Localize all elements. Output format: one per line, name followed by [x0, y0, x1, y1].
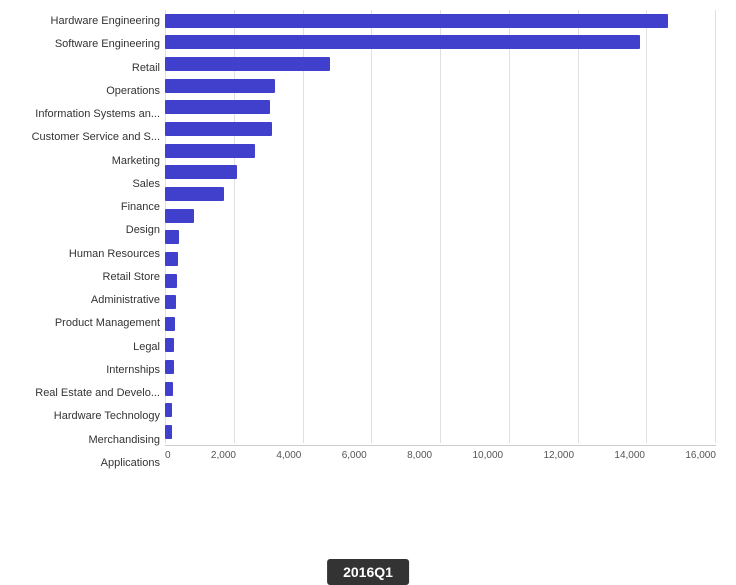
bar-row [165, 12, 716, 30]
y-axis-label: Finance [0, 197, 160, 219]
x-axis-label: 2,000 [211, 450, 236, 461]
x-axis-labels: 0 2,000 4,000 6,000 8,000 10,000 12,000 14,000 1… [165, 446, 716, 461]
y-axis-label: Hardware Engineering [0, 11, 160, 33]
y-axis-label: Real Estate and Develo... [0, 383, 160, 405]
bar-row [165, 315, 716, 333]
bar [165, 425, 172, 439]
y-axis-label: Sales [0, 173, 160, 195]
bars-wrapper [165, 10, 716, 443]
bar [165, 187, 224, 201]
bar-row [165, 380, 716, 398]
bar-row [165, 185, 716, 203]
bar-row [165, 163, 716, 181]
bar-row [165, 228, 716, 246]
y-axis-label: Human Resources [0, 243, 160, 265]
y-axis: Hardware EngineeringSoftware Engineering… [0, 10, 165, 475]
x-axis-label: 16,000 [685, 450, 716, 461]
bar [165, 382, 173, 396]
bar-row [165, 250, 716, 268]
bar-row [165, 33, 716, 51]
bar [165, 360, 174, 374]
bar [165, 122, 272, 136]
quarter-label: 2016Q1 [327, 559, 409, 585]
bar-row [165, 207, 716, 225]
bar-row [165, 142, 716, 160]
bar [165, 57, 330, 71]
y-axis-label: Merchandising [0, 429, 160, 451]
bar-row [165, 293, 716, 311]
x-axis-label: 14,000 [614, 450, 645, 461]
bar [165, 35, 640, 49]
bar [165, 100, 270, 114]
y-axis-label: Information Systems an... [0, 104, 160, 126]
bar-row [165, 272, 716, 290]
x-axis-label: 4,000 [276, 450, 301, 461]
bar-row [165, 77, 716, 95]
bars-and-xaxis: 0 2,000 4,000 6,000 8,000 10,000 12,000 14,000 1… [165, 10, 716, 475]
bar-row [165, 358, 716, 376]
x-axis-label: 6,000 [342, 450, 367, 461]
bar [165, 274, 177, 288]
bar [165, 338, 174, 352]
x-axis: 0 2,000 4,000 6,000 8,000 10,000 12,000 14,000 1… [165, 445, 716, 475]
bar-row [165, 401, 716, 419]
y-axis-label: Legal [0, 336, 160, 358]
bar [165, 209, 194, 223]
bar-row [165, 98, 716, 116]
y-axis-label: Hardware Technology [0, 406, 160, 428]
bar-row [165, 120, 716, 138]
y-axis-label: Customer Service and S... [0, 127, 160, 149]
y-axis-label: Software Engineering [0, 34, 160, 56]
x-axis-label: 12,000 [543, 450, 574, 461]
bar [165, 144, 255, 158]
x-axis-label: 10,000 [472, 450, 503, 461]
y-axis-label: Internships [0, 359, 160, 381]
x-axis-label: 8,000 [407, 450, 432, 461]
chart-container: Hardware EngineeringSoftware Engineering… [0, 0, 736, 535]
bar [165, 317, 175, 331]
bar-row [165, 336, 716, 354]
y-axis-label: Marketing [0, 150, 160, 172]
bars-section [165, 10, 716, 443]
y-axis-label: Product Management [0, 313, 160, 335]
y-axis-label: Design [0, 220, 160, 242]
bar [165, 252, 178, 266]
y-axis-label: Retail [0, 57, 160, 79]
bar [165, 14, 668, 28]
bar-row [165, 423, 716, 441]
y-axis-label: Applications [0, 452, 160, 474]
y-axis-label: Administrative [0, 290, 160, 312]
bar [165, 295, 176, 309]
y-axis-label: Operations [0, 80, 160, 102]
chart-area: Hardware EngineeringSoftware Engineering… [0, 10, 716, 475]
bar-row [165, 55, 716, 73]
bar [165, 79, 275, 93]
bar [165, 403, 172, 417]
bar [165, 230, 179, 244]
x-axis-label: 0 [165, 450, 171, 461]
bar [165, 165, 237, 179]
y-axis-label: Retail Store [0, 266, 160, 288]
